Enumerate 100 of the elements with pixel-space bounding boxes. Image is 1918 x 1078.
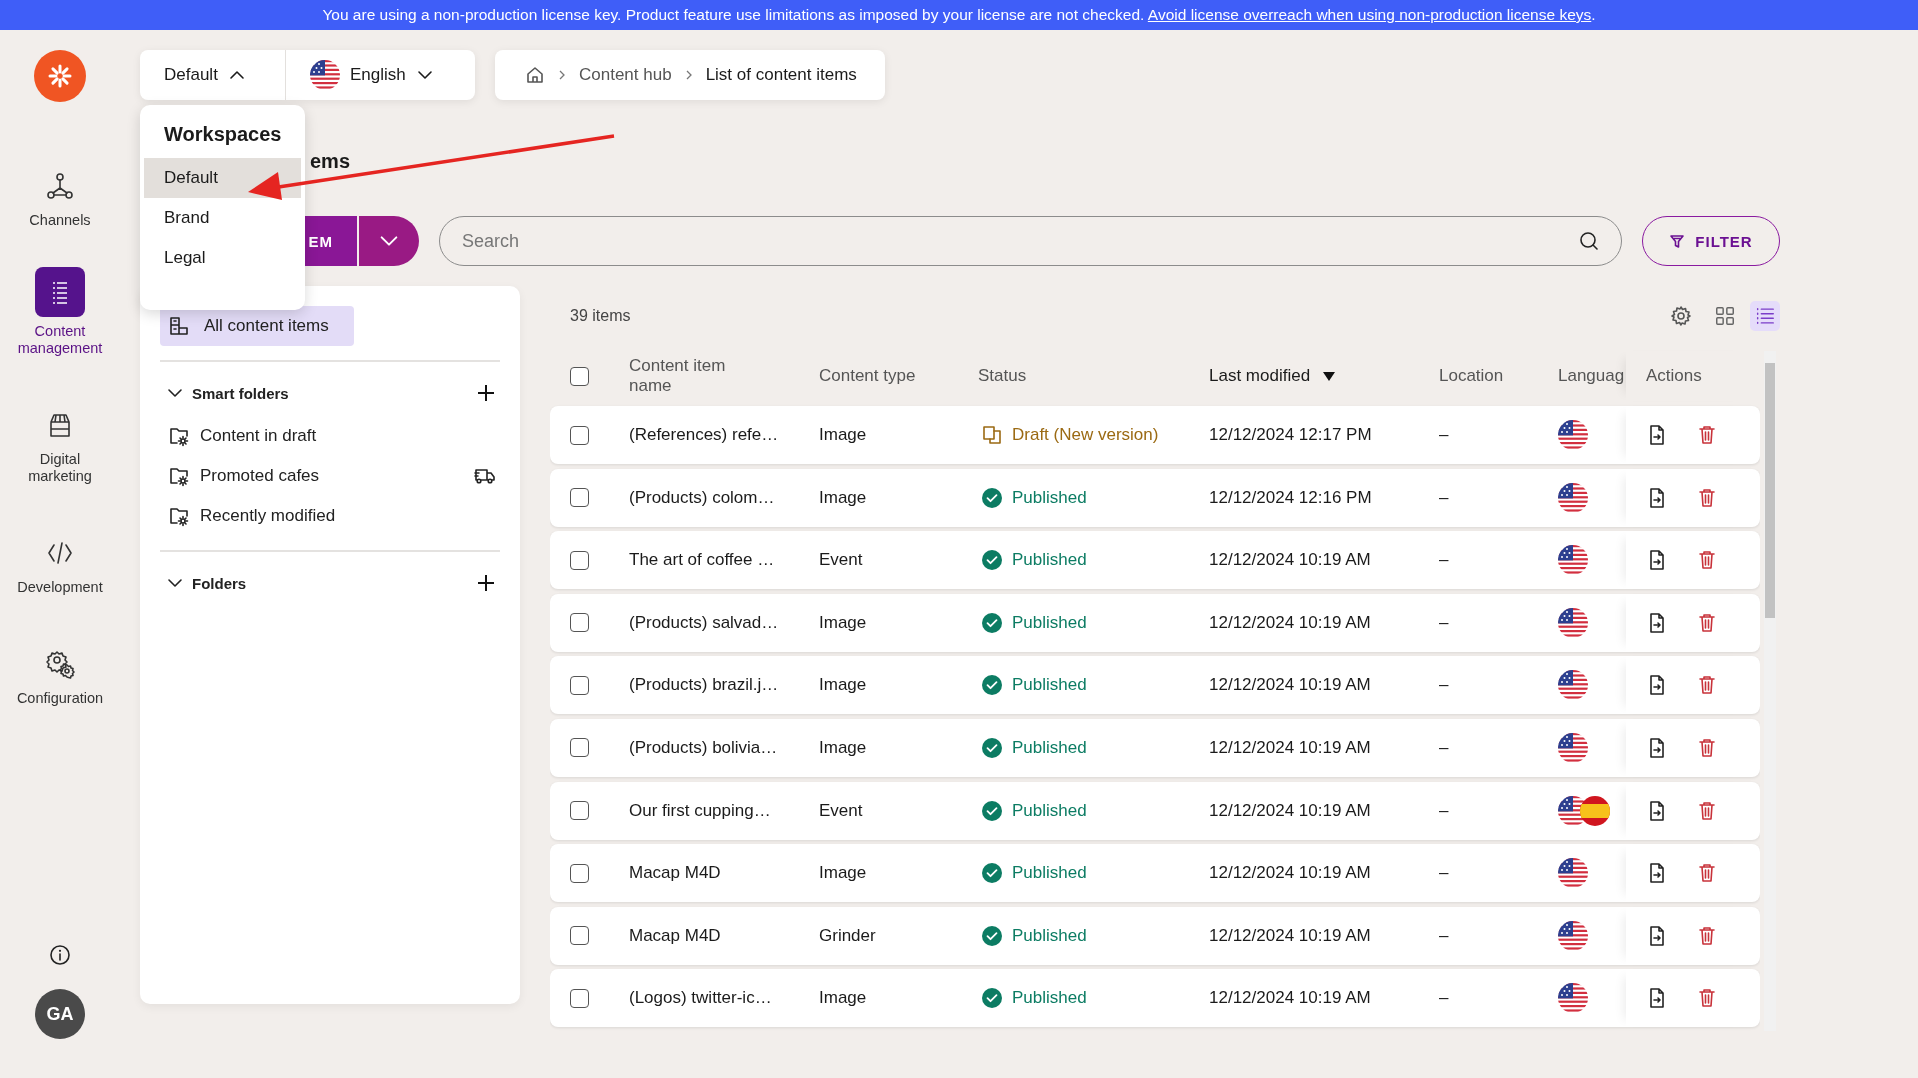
location: – bbox=[1439, 799, 1450, 822]
row-checkbox[interactable] bbox=[570, 988, 589, 1008]
menu-item[interactable]: Brand bbox=[144, 198, 301, 238]
status-label: Published bbox=[1012, 737, 1087, 758]
content-type: Image bbox=[819, 862, 868, 885]
breadcrumb-link[interactable]: Content hub bbox=[579, 65, 672, 85]
nav-label[interactable]: Channels bbox=[10, 212, 110, 229]
row-checkbox[interactable] bbox=[570, 425, 589, 445]
menu-item[interactable]: Legal bbox=[144, 238, 301, 278]
modified-date: 12/12/2024 10:19 AM bbox=[1209, 736, 1372, 759]
content-type: Image bbox=[819, 611, 868, 634]
menu-item[interactable]: Default bbox=[144, 158, 301, 198]
plus-icon[interactable] bbox=[476, 383, 496, 403]
column-header[interactable]: Languag bbox=[1558, 366, 1625, 386]
us-flag-icon bbox=[310, 60, 340, 90]
nav-label[interactable]: Content management bbox=[10, 323, 110, 357]
table-row[interactable]: Macap M4D Grinder Published 12/12/2024 10:19 AM – bbox=[550, 906, 1760, 965]
sort-arrow-icon[interactable] bbox=[1322, 370, 1337, 382]
filter-button[interactable]: FILTER bbox=[1642, 216, 1780, 266]
smart-folder-item[interactable]: Recently modified bbox=[160, 496, 500, 536]
row-checkbox[interactable] bbox=[570, 675, 589, 695]
trash-icon[interactable] bbox=[1696, 424, 1718, 446]
modified-date: 12/12/2024 10:19 AM bbox=[1209, 674, 1372, 697]
workspace-dropdown[interactable]: Default bbox=[140, 50, 286, 100]
search-icon[interactable] bbox=[1578, 230, 1600, 252]
table-row[interactable]: (Products) salvad… Image Published 12/12/2024 10:19 AM – bbox=[550, 593, 1760, 652]
gears-icon[interactable] bbox=[45, 649, 75, 679]
location: – bbox=[1439, 736, 1450, 759]
channels-icon[interactable] bbox=[45, 171, 75, 201]
select-all-checkbox[interactable] bbox=[570, 366, 589, 386]
trash-icon[interactable] bbox=[1696, 486, 1718, 509]
content-type: Image bbox=[819, 486, 868, 509]
trash-icon[interactable] bbox=[1696, 799, 1718, 822]
column-header[interactable]: Last modified bbox=[1209, 366, 1311, 386]
plus-icon[interactable] bbox=[476, 573, 496, 593]
section-title[interactable]: Smart folders bbox=[192, 384, 468, 402]
table-row[interactable]: Macap M4D Image Published 12/12/2024 10:19 AM – bbox=[550, 844, 1760, 903]
item-name: (Products) colom… bbox=[629, 486, 776, 509]
spain-flag-icon bbox=[1580, 795, 1610, 826]
row-checkbox[interactable] bbox=[570, 488, 589, 508]
item-name: (Products) brazil.j… bbox=[629, 674, 780, 697]
section-title[interactable]: Folders bbox=[192, 574, 468, 592]
nav-label[interactable]: Digital marketing bbox=[10, 451, 110, 485]
us-flag-icon bbox=[1558, 983, 1588, 1014]
settings-icon[interactable] bbox=[1670, 305, 1692, 327]
scrollbar[interactable] bbox=[1764, 351, 1776, 1031]
modified-date: 12/12/2024 12:16 PM bbox=[1209, 486, 1373, 509]
trash-icon[interactable] bbox=[1696, 924, 1718, 947]
location: – bbox=[1439, 486, 1450, 509]
smart-folder-item[interactable]: Promoted cafes bbox=[160, 456, 500, 496]
column-header[interactable]: Location bbox=[1439, 366, 1504, 386]
status-label: Published bbox=[1012, 988, 1087, 1009]
user-avatar[interactable]: GA bbox=[35, 989, 85, 1039]
trash-icon[interactable] bbox=[1696, 987, 1718, 1010]
smart-folder-item[interactable]: Content in draft bbox=[160, 416, 500, 456]
trash-icon[interactable] bbox=[1696, 611, 1718, 634]
scrollbar-thumb[interactable] bbox=[1765, 363, 1775, 618]
row-checkbox[interactable] bbox=[570, 863, 589, 883]
column-header[interactable]: Actions bbox=[1646, 366, 1702, 386]
location: – bbox=[1439, 674, 1450, 697]
folder-gear-icon bbox=[168, 425, 190, 447]
nav-icon-tile[interactable] bbox=[35, 267, 85, 317]
item-count: 39 items bbox=[570, 307, 632, 325]
nav-label[interactable]: Development bbox=[10, 579, 110, 596]
row-checkbox[interactable] bbox=[570, 801, 589, 821]
modified-date: 12/12/2024 10:19 AM bbox=[1209, 924, 1372, 947]
nav-label[interactable]: Configuration bbox=[10, 690, 110, 707]
table-row[interactable]: (Products) colom… Image Published 12/12/2024 12:16 PM – bbox=[550, 468, 1760, 527]
table-row[interactable]: (Logos) twitter-ic… Image Published 12/12/2024 10:19 AM – bbox=[550, 969, 1760, 1028]
new-item-menu-button[interactable] bbox=[359, 216, 419, 266]
breadcrumb-current: List of content items bbox=[705, 65, 857, 85]
location: – bbox=[1439, 424, 1450, 446]
language-dropdown[interactable]: English bbox=[286, 50, 475, 100]
column-header[interactable]: Content type bbox=[819, 366, 916, 386]
table-row[interactable]: The art of coffee … Event Published 12/12/2024 10:19 AM – bbox=[550, 531, 1760, 590]
info-icon[interactable] bbox=[49, 944, 71, 966]
status-label: Published bbox=[1012, 925, 1087, 946]
item-name: (Logos) twitter-ic… bbox=[629, 987, 773, 1010]
table-row[interactable]: Our first cupping… Event Published 12/12/2024 10:19 AM – bbox=[550, 781, 1760, 840]
column-header[interactable]: Content item name bbox=[629, 356, 739, 396]
content-type: Image bbox=[819, 424, 868, 446]
home-icon[interactable] bbox=[525, 65, 545, 85]
all-items-link[interactable]: All content items bbox=[160, 306, 354, 346]
row-checkbox[interactable] bbox=[570, 613, 589, 633]
trash-icon[interactable] bbox=[1696, 862, 1718, 885]
status-label: Published bbox=[1012, 487, 1087, 508]
content-type: Grinder bbox=[819, 924, 877, 947]
column-header[interactable]: Status bbox=[978, 366, 1027, 386]
table-row[interactable]: (Products) brazil.j… Image Published 12/12/2024 10:19 AM – bbox=[550, 656, 1760, 715]
table-row[interactable]: (References) refe… Image Draft (New version) 12/12/2024 12:17 PM – bbox=[550, 406, 1760, 464]
row-checkbox[interactable] bbox=[570, 550, 589, 570]
row-checkbox[interactable] bbox=[570, 926, 589, 946]
table-row[interactable]: (Products) bolivia… Image Published 12/12/2024 10:19 AM – bbox=[550, 718, 1760, 777]
logo[interactable] bbox=[34, 50, 86, 102]
location: – bbox=[1439, 987, 1450, 1010]
trash-icon[interactable] bbox=[1696, 549, 1718, 572]
search-field[interactable]: Search bbox=[439, 216, 1622, 266]
trash-icon[interactable] bbox=[1696, 674, 1718, 697]
trash-icon[interactable] bbox=[1696, 736, 1718, 759]
row-checkbox[interactable] bbox=[570, 738, 589, 758]
